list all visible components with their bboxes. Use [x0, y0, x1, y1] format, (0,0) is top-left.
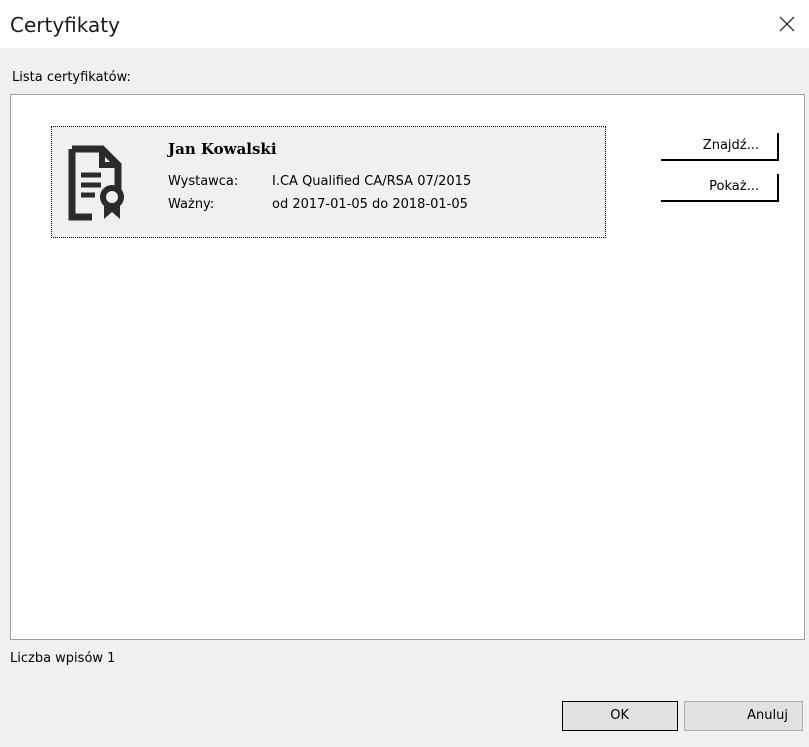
- certificate-name: Jan Kowalski: [168, 140, 277, 158]
- certificate-validity-row: Ważny: od 2017-01-05 do 2018-01-05: [168, 196, 468, 214]
- certificate-icon: [68, 145, 124, 221]
- window-title: Certyfikaty: [10, 13, 120, 37]
- title-bar: Certyfikaty: [0, 0, 809, 48]
- entry-count-label: Liczba wpisów 1: [10, 651, 116, 666]
- issuer-label: Wystawca:: [168, 174, 239, 189]
- certificate-list-item[interactable]: Jan Kowalski Wystawca: I.CA Qualified CA/…: [51, 126, 606, 238]
- certificate-list-label: Lista certyfikatów:: [12, 70, 131, 85]
- certificate-issuer-row: Wystawca: I.CA Qualified CA/RSA 07/2015: [168, 173, 471, 191]
- certificate-list[interactable]: Jan Kowalski Wystawca: I.CA Qualified CA/…: [10, 94, 805, 640]
- validity-value: od 2017-01-05 do 2018-01-05: [272, 197, 468, 212]
- close-button[interactable]: [770, 8, 804, 40]
- ok-button[interactable]: OK: [562, 701, 678, 731]
- certificates-dialog: Certyfikaty Lista certyfikatów: Jan Kowa…: [0, 0, 809, 747]
- find-button[interactable]: Znajdź...: [661, 133, 779, 161]
- close-icon: [779, 16, 795, 32]
- validity-label: Ważny:: [168, 197, 215, 212]
- show-button[interactable]: Pokaż...: [661, 174, 779, 202]
- cancel-button[interactable]: Anuluj: [684, 701, 803, 731]
- issuer-value: I.CA Qualified CA/RSA 07/2015: [272, 174, 472, 189]
